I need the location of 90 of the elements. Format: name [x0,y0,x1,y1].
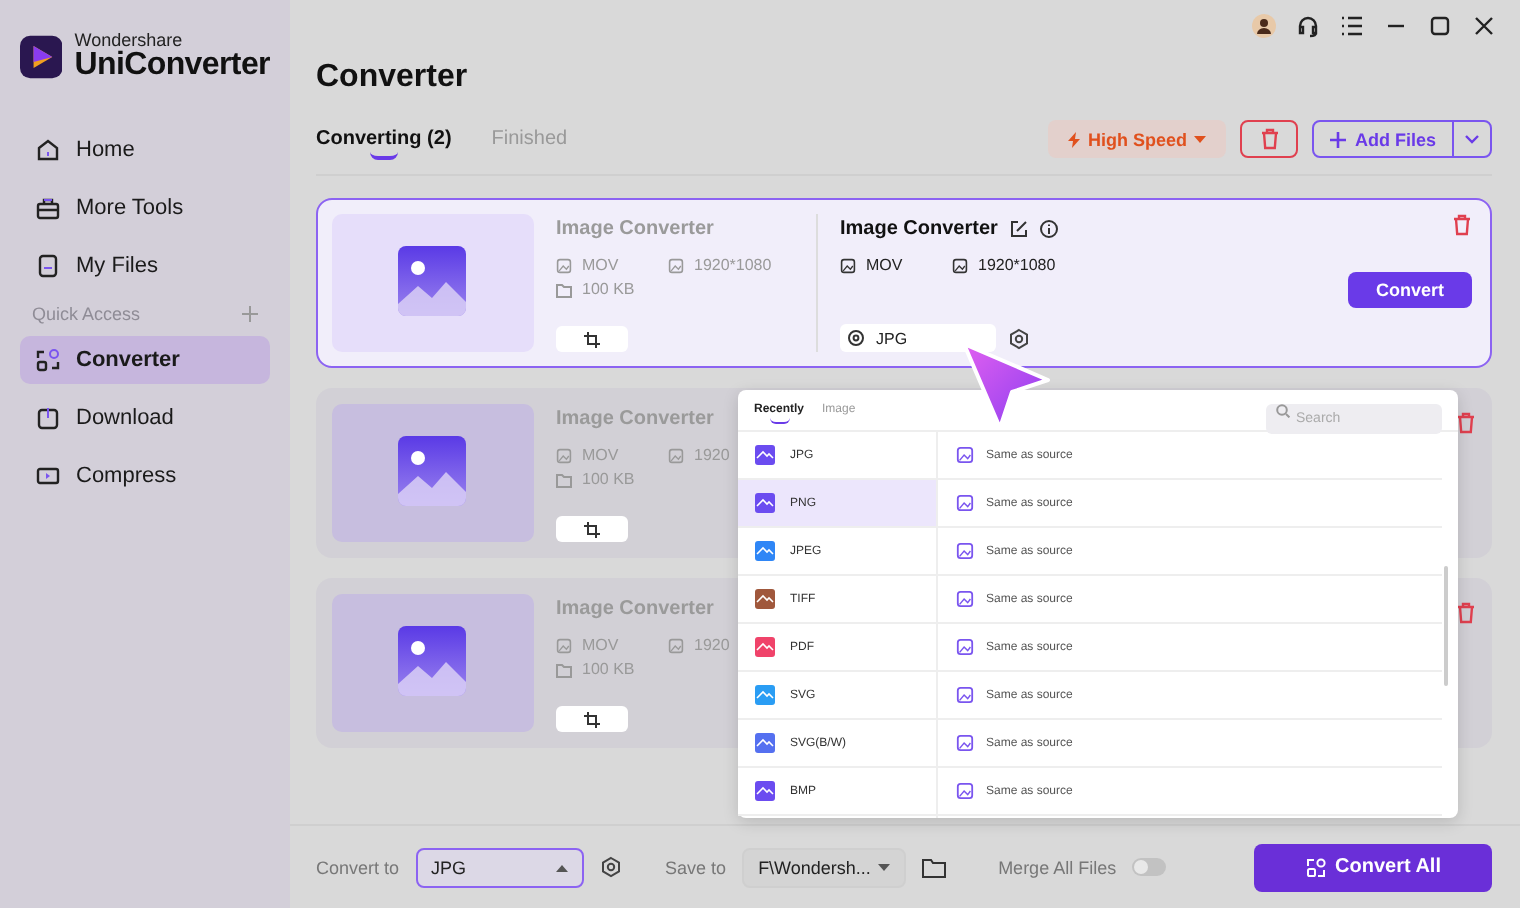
avatar-icon[interactable] [1252,14,1276,38]
menu-icon[interactable] [1340,14,1364,38]
image-icon [956,590,974,608]
save-to-label: Save to [665,857,727,877]
sidebar-item[interactable]: Compress [20,452,270,500]
output-name: Image Converter [840,218,998,240]
folder-select[interactable]: F\Wondersh... [742,847,907,887]
close-icon[interactable] [1472,14,1496,38]
folder-icon [556,661,572,677]
sidebar-item[interactable]: My Files [20,242,270,290]
sidebar-item[interactable]: Converter [20,336,270,384]
merge-label: Merge All Files [998,857,1117,877]
image-icon [556,257,572,273]
image-icon [956,446,974,464]
file-name: Image Converter [556,408,714,430]
image-icon [668,447,684,463]
image-icon [956,782,974,800]
trash-icon [1259,128,1280,150]
file-resolution: 1920*1080 [694,256,772,274]
converter-icon [36,348,60,372]
crop-button[interactable] [556,706,628,732]
image-icon [956,686,974,704]
sidebar-item[interactable]: Download [20,394,270,442]
file-size: 100 KB [582,470,635,488]
file-name: Image Converter [556,218,714,240]
merge-toggle[interactable] [1132,858,1167,876]
convert-button[interactable]: Convert [1348,272,1472,308]
image-icon [956,494,974,512]
download-icon [36,406,60,430]
caret-icon [878,863,891,871]
trash-icon[interactable] [1452,214,1472,236]
file-name: Image Converter [556,598,714,620]
toolbox-icon [36,196,60,220]
file-size: 100 KB [582,280,635,298]
format-icon [848,330,864,346]
file-format: MOV [582,446,619,464]
file-resolution: 1920 [694,446,730,464]
convert-all-button[interactable]: Convert All [1254,843,1492,891]
image-icon [956,638,974,656]
page-title: Converter [316,60,470,96]
image-icon [956,734,974,752]
crop-button[interactable] [556,326,628,352]
convert-to-label: Convert to [316,857,400,877]
image-icon [668,637,684,653]
settings-icon[interactable] [1008,327,1030,349]
edit-icon[interactable] [1009,220,1028,238]
section-label: Quick Access [32,304,141,324]
image-icon [556,447,572,463]
logo-icon [20,32,63,82]
tab[interactable]: Converting (2) [316,128,452,160]
lightning-icon [1067,131,1080,147]
info-icon[interactable] [1039,220,1058,238]
trash-icon[interactable] [1456,602,1476,624]
headset-icon[interactable] [1296,14,1320,38]
crop-icon [584,331,600,347]
target-format-field[interactable]: JPG [840,324,996,352]
maximize-icon[interactable] [1428,14,1452,38]
sidebar-item[interactable]: More Tools [20,184,270,232]
file-icon [36,254,60,278]
folder-icon [556,281,572,297]
settings-icon[interactable] [599,856,622,878]
folder-icon[interactable] [922,857,947,877]
format-select[interactable]: JPG [415,847,584,887]
sidebar-item[interactable]: Home [20,126,270,174]
output-resolution: 1920*1080 [978,256,1056,274]
converter-icon [1305,857,1326,877]
caret-icon [555,863,568,871]
file-format: MOV [582,636,619,654]
plus-icon [1330,131,1347,147]
file-size: 100 KB [582,660,635,678]
folder-icon [556,471,572,487]
delete-button[interactable] [1240,120,1299,158]
image-icon [556,637,572,653]
crop-icon [584,711,600,727]
file-format: MOV [582,256,619,274]
crop-icon [584,521,600,537]
chevron-icon [1464,134,1480,144]
company-name: Wondershare [74,32,185,50]
home-icon [36,138,60,162]
image-icon [840,257,856,273]
crop-button[interactable] [556,516,628,542]
trash-icon[interactable] [1456,412,1476,434]
file-resolution: 1920 [694,636,730,654]
image-icon [668,257,684,273]
caret-icon [1194,135,1207,143]
product-name: UniConverter [74,50,270,82]
image-icon [952,257,968,273]
compress-icon [36,464,60,488]
output-format: MOV [866,256,903,274]
image-icon [956,542,974,560]
